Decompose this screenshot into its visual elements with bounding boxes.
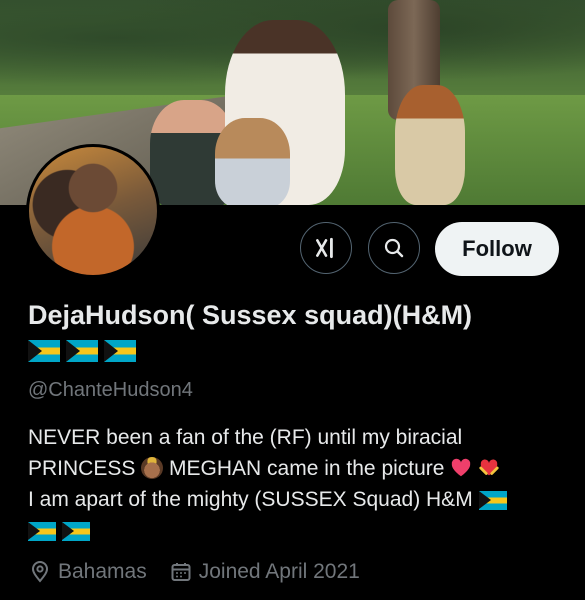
bahamas-flag-emoji (478, 490, 507, 510)
profile-meta: Bahamas Joined April 2021 (28, 560, 360, 584)
name-flags (28, 340, 136, 362)
joined-item: Joined April 2021 (169, 560, 360, 584)
banner-figure-child-boy (395, 85, 465, 205)
bahamas-flag-emoji (104, 340, 136, 362)
display-name: DejaHudson( Sussex squad)(H&M) (28, 300, 473, 330)
location-text: Bahamas (58, 560, 147, 583)
bio-line-1: NEVER been a fan of the (RF) until my bi… (28, 426, 463, 449)
bahamas-flag-emoji (28, 521, 56, 541)
user-handle: @ChanteHudson4 (28, 379, 193, 401)
bio-sussex-text: I am apart of the mighty (SUSSEX Squad) … (28, 488, 473, 511)
bio-princess-text: PRINCESS (28, 457, 136, 480)
bio: NEVER been a fan of the (RF) until my bi… (28, 422, 568, 546)
heart-hands-emoji (479, 459, 499, 476)
location-item: Bahamas (28, 560, 147, 584)
avatar[interactable] (26, 144, 160, 278)
princess-emoji (141, 457, 164, 479)
bahamas-flag-emoji (28, 340, 60, 362)
banner-figure-child-girl (215, 118, 290, 205)
location-icon (31, 561, 49, 583)
grok-button[interactable] (300, 222, 352, 274)
bio-line-2: PRINCESS MEGHAN came in the picture (28, 453, 568, 484)
calendar-icon (171, 563, 191, 581)
search-button[interactable] (368, 222, 420, 274)
bahamas-flag-emoji (61, 521, 90, 541)
search-icon (384, 238, 404, 258)
bio-line-4 (28, 515, 568, 546)
sparkling-heart-emoji (452, 458, 471, 477)
follow-button[interactable]: Follow (435, 222, 559, 276)
bio-meghan-text: MEGHAN came in the picture (169, 457, 445, 480)
bahamas-flag-emoji (66, 340, 98, 362)
grok-icon (316, 237, 333, 259)
bio-line-3: I am apart of the mighty (SUSSEX Squad) … (28, 484, 568, 515)
joined-text: Joined April 2021 (198, 560, 360, 583)
